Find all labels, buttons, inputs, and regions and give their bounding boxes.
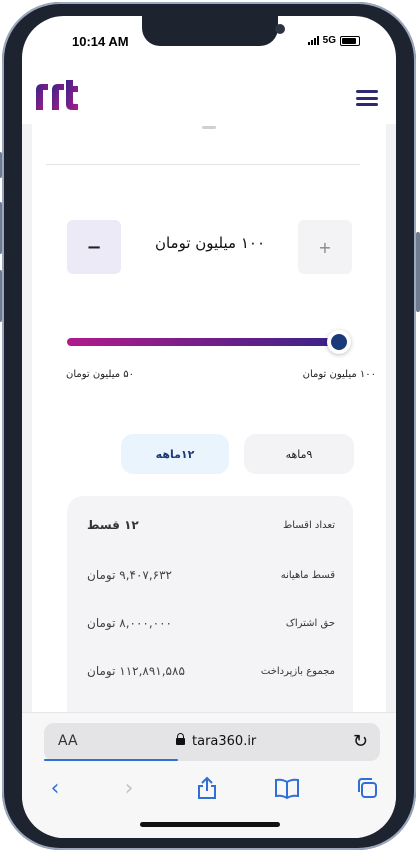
status-indicators: 5G <box>307 35 360 46</box>
summary-row-total-repayment: مجموع بازپرداخت ۱۱۲,۸۹۱,۵۸۵ تومان <box>67 662 353 686</box>
summary-value: ۸,۰۰۰,۰۰۰ تومان <box>87 616 172 630</box>
battery-icon <box>340 35 360 46</box>
summary-value: ۹,۴۰۷,۶۳۲ تومان <box>87 568 172 582</box>
amount-slider-track[interactable] <box>67 338 337 346</box>
page-load-progress <box>44 759 178 761</box>
summary-row-installment-count: تعداد اقساط ۱۲ قسط <box>67 516 353 540</box>
loan-amount: ۱۰۰ میلیون تومان <box>154 234 266 252</box>
reload-icon[interactable]: ↻ <box>353 731 368 752</box>
url-text[interactable]: tara360.ir <box>192 734 256 749</box>
slider-max-label: ۱۰۰ میلیون تومان <box>302 369 376 380</box>
forward-icon[interactable]: › <box>114 773 144 803</box>
safari-toolbar: AA tara360.ir ↻ ‹ › <box>22 712 396 838</box>
hamburger-menu-icon[interactable] <box>356 90 378 106</box>
summary-label: تعداد اقساط <box>282 520 335 531</box>
mute-switch <box>0 152 2 178</box>
amount-slider-thumb[interactable] <box>327 330 351 354</box>
home-indicator <box>140 822 280 827</box>
decrease-amount-button[interactable]: − <box>67 220 121 274</box>
summary-label: قسط ماهیانه <box>280 570 335 581</box>
share-icon[interactable] <box>192 773 222 803</box>
loan-calculator-card: − ۱۰۰ میلیون تومان + ۵۰ میلیون تومان ۱۰۰… <box>32 124 386 736</box>
installment-count-value: ۱۲ قسط <box>87 518 139 532</box>
slider-min-label: ۵۰ میلیون تومان <box>66 369 135 380</box>
tara-logo-icon[interactable] <box>32 76 82 116</box>
front-camera <box>275 24 285 34</box>
network-type: 5G <box>322 35 336 46</box>
tab-12-months[interactable]: ۱۲ماهه <box>121 434 229 474</box>
volume-up-button <box>0 202 2 254</box>
page-background: − ۱۰۰ میلیون تومان + ۵۰ میلیون تومان ۱۰۰… <box>22 124 396 736</box>
increase-amount-button[interactable]: + <box>298 220 352 274</box>
tabs-icon[interactable] <box>352 773 382 803</box>
site-header <box>22 66 396 124</box>
status-time: 10:14 AM <box>72 34 129 49</box>
lock-icon <box>176 733 185 745</box>
summary-row-subscription-fee: حق اشتراک ۸,۰۰۰,۰۰۰ تومان <box>67 614 353 638</box>
installment-summary: تعداد اقساط ۱۲ قسط قسط ماهیانه ۹,۴۰۷,۶۳۲… <box>67 496 353 736</box>
notch <box>142 16 285 46</box>
tab-9-months[interactable]: ۹ماهه <box>244 434 354 474</box>
volume-down-button <box>0 270 2 322</box>
phone-screen: 10:14 AM 5G − ۱۰۰ میلیون تومان + ۵۰ میلی… <box>22 16 396 838</box>
cellular-signal-icon <box>307 36 319 45</box>
bookmarks-icon[interactable] <box>272 773 302 803</box>
power-button <box>416 232 420 312</box>
address-bar[interactable]: AA tara360.ir ↻ <box>44 723 380 761</box>
summary-row-monthly-installment: قسط ماهیانه ۹,۴۰۷,۶۳۲ تومان <box>67 566 353 590</box>
cut-off-text <box>202 126 216 129</box>
summary-value: ۱۱۲,۸۹۱,۵۸۵ تومان <box>87 664 185 678</box>
summary-label: مجموع بازپرداخت <box>260 666 335 677</box>
section-divider <box>46 164 360 165</box>
summary-label: حق اشتراک <box>285 618 335 629</box>
summary-value: ۱۲ قسط <box>87 518 139 532</box>
back-icon[interactable]: ‹ <box>40 773 70 803</box>
text-size-button[interactable]: AA <box>58 733 78 749</box>
